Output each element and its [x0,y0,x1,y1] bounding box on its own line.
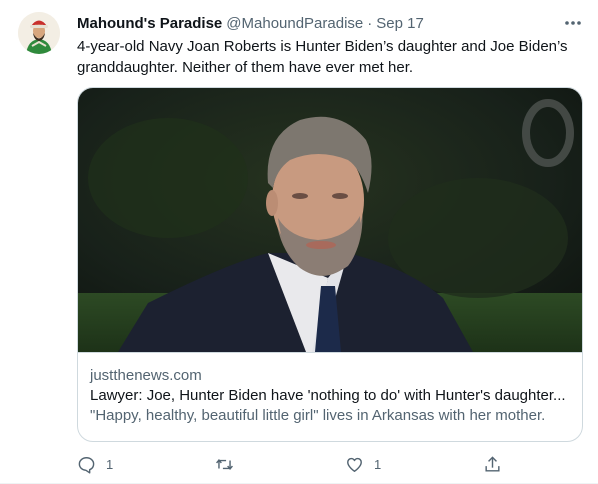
reply-count: 1 [106,456,114,472]
reply-button[interactable]: 1 [77,452,113,476]
retweet-icon [215,455,234,474]
share-button[interactable] [483,452,502,476]
like-icon [345,455,364,474]
separator: · [367,14,373,32]
card-description: "Happy, healthy, beautiful little girl" … [90,407,546,424]
like-button[interactable]: 1 [345,452,381,476]
tweet[interactable]: Mahound's Paradise @MahoundParadise · Se… [0,0,598,484]
card-image[interactable] [78,88,582,352]
link-card[interactable]: justthenews.com Lawyer: Joe, Hunter Bide… [77,87,583,442]
tweet-text: 4-year-old Navy Joan Roberts is Hunter B… [77,38,568,76]
reply-icon [77,455,96,474]
card-domain: justthenews.com [90,367,202,384]
author-handle[interactable]: @MahoundParadise [226,15,363,32]
card-title: Lawyer: Joe, Hunter Biden have 'nothing … [90,387,566,404]
retweet-button[interactable] [215,452,244,476]
tweet-actions: 1 1 [77,452,517,476]
card-meta: justthenews.com Lawyer: Joe, Hunter Bide… [78,352,582,441]
tweet-header: Mahound's Paradise @MahoundParadise · Se… [77,13,424,33]
timestamp[interactable]: Sep 17 [376,15,424,32]
share-icon [483,455,502,474]
author-name[interactable]: Mahound's Paradise [77,15,222,32]
avatar[interactable] [18,12,60,54]
like-count: 1 [374,456,382,472]
more-icon[interactable] [560,12,586,34]
